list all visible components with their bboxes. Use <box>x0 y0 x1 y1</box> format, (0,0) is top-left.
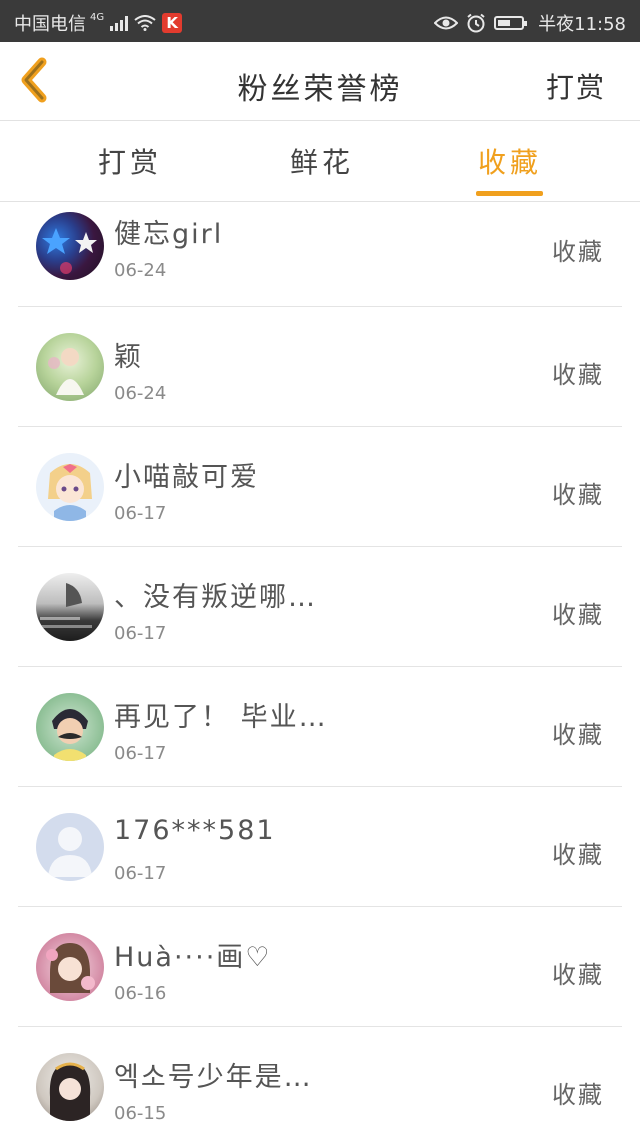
tab-bar: 打赏 鲜花 收藏 <box>0 121 640 202</box>
carrier-label: 中国电信 <box>14 14 86 35</box>
date: 06-17 <box>114 503 167 524</box>
alarm-icon <box>467 13 485 33</box>
tab-flowers[interactable]: 鲜花 <box>262 141 382 181</box>
action-label: 收藏 <box>552 841 604 869</box>
action-label: 收藏 <box>552 1081 604 1109</box>
network-type: 4G <box>90 11 105 23</box>
user-name: Huà····画♡ <box>114 942 272 973</box>
date: 06-16 <box>114 983 167 1004</box>
app-header: 粉丝荣誉榜 打赏 <box>0 42 640 121</box>
list-item[interactable]: 再见了！ 毕业… 06-17 收藏 <box>18 667 622 787</box>
date: 06-15 <box>114 1103 167 1124</box>
avatar <box>36 933 104 1001</box>
list-item[interactable]: 엑소号少年是… 06-15 收藏 <box>18 1027 622 1146</box>
list-item[interactable]: 颖 06-24 收藏 <box>18 307 622 427</box>
action-label: 收藏 <box>552 601 604 629</box>
date: 06-17 <box>114 623 167 644</box>
user-name: 176***581 <box>114 815 276 846</box>
eye-icon <box>434 16 459 30</box>
list-item[interactable]: 小喵敲可爱 06-17 收藏 <box>18 427 622 547</box>
action-label: 收藏 <box>552 721 604 749</box>
status-bar: 中国电信 4G K 半夜11:58 <box>0 0 640 42</box>
status-left: 中国电信 4G K <box>14 10 183 36</box>
avatar <box>36 453 104 521</box>
user-name: 、没有叛逆哪… <box>114 582 317 613</box>
list-item[interactable]: Huà····画♡ 06-16 收藏 <box>18 907 622 1027</box>
action-label: 收藏 <box>552 961 604 989</box>
date: 06-17 <box>114 863 167 884</box>
clock: 半夜11:58 <box>538 14 626 35</box>
avatar <box>36 1053 104 1121</box>
user-name: 再见了！ 毕业… <box>114 702 328 733</box>
avatar <box>36 212 104 280</box>
user-name: 健忘girl <box>114 219 224 250</box>
list-item[interactable]: 176***581 06-17 收藏 <box>18 787 622 907</box>
list-item[interactable]: 、没有叛逆哪… 06-17 收藏 <box>18 547 622 667</box>
fan-list: 健忘girl 06-24 收藏 颖 06-24 收藏 小喵敲可爱 06-17 收… <box>18 202 622 1146</box>
action-label: 收藏 <box>552 238 604 266</box>
date: 06-24 <box>114 260 167 281</box>
tab-favorites[interactable]: 收藏 <box>450 141 570 181</box>
active-tab-indicator <box>476 191 543 196</box>
avatar <box>36 813 104 881</box>
app-notification-icon: K <box>162 13 183 33</box>
user-name: 小喵敲可爱 <box>114 462 259 493</box>
list-item[interactable]: 健忘girl 06-24 收藏 <box>18 202 622 307</box>
tab-reward[interactable]: 打赏 <box>70 141 190 181</box>
signal-icon <box>110 15 129 31</box>
status-right: 半夜11:58 <box>434 10 626 36</box>
avatar <box>36 693 104 761</box>
page-title: 粉丝荣誉榜 <box>237 72 403 107</box>
action-label: 收藏 <box>552 361 604 389</box>
avatar <box>36 333 104 401</box>
date: 06-24 <box>114 383 167 404</box>
date: 06-17 <box>114 743 167 764</box>
avatar <box>36 573 104 641</box>
user-name: 颖 <box>114 342 143 373</box>
action-label: 收藏 <box>552 481 604 509</box>
user-name: 엑소号少年是… <box>114 1062 313 1093</box>
wifi-icon <box>134 15 156 31</box>
reward-button[interactable]: 打赏 <box>546 66 606 106</box>
battery-icon <box>494 16 528 30</box>
